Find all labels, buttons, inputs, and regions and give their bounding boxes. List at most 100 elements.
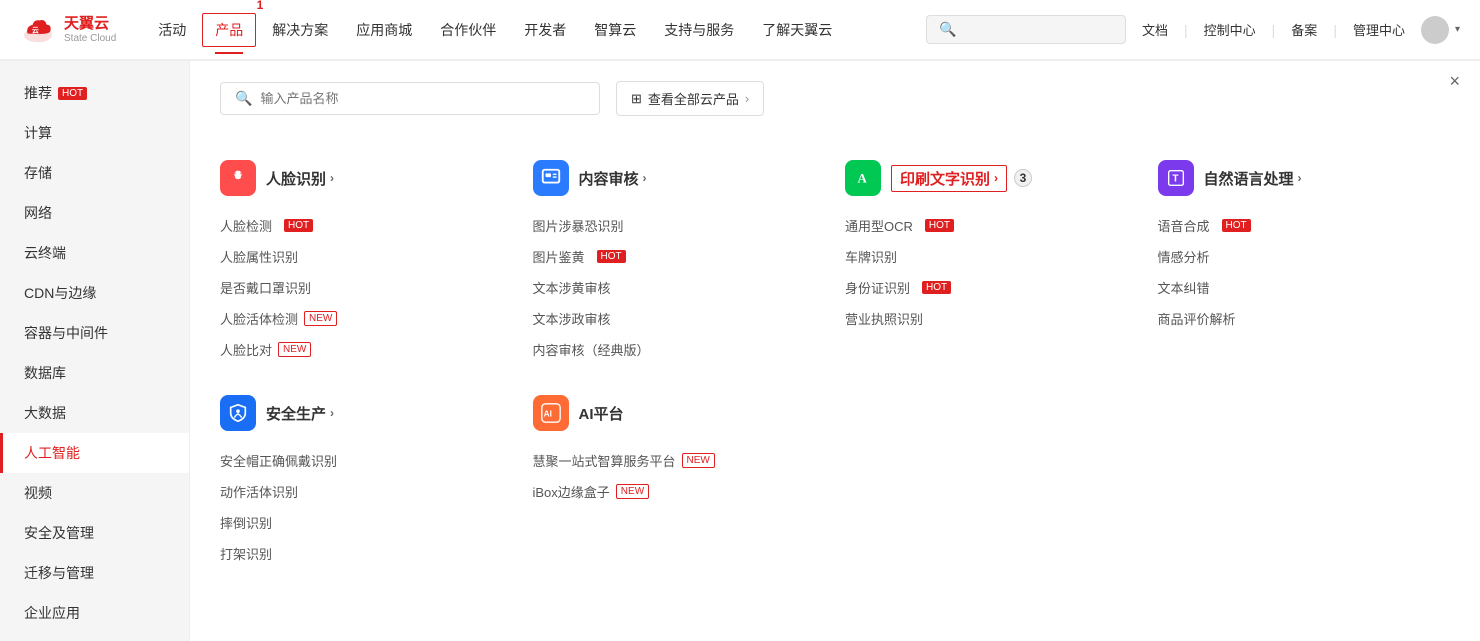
sidebar-item-storage[interactable]: 存储 xyxy=(0,153,189,193)
list-item[interactable]: 图片涉暴恐识别 xyxy=(533,210,826,241)
section-nlp-title[interactable]: 自然语言处理 › xyxy=(1204,168,1302,189)
product-search-icon: 🔍 xyxy=(235,90,252,107)
product-search-input[interactable] xyxy=(260,91,585,106)
product-search[interactable]: 🔍 xyxy=(220,82,600,115)
sidebar-item-ai[interactable]: 人工智能 2 xyxy=(0,433,189,473)
user-arrow-icon: ▾ xyxy=(1455,24,1460,35)
section-content-items: 图片涉暴恐识别 图片鉴黄HOT 文本涉黄审核 文本涉政审核 内容审核（经典版） xyxy=(533,210,826,365)
sidebar-item-recommend[interactable]: 推荐 HOT xyxy=(0,73,189,113)
list-item[interactable]: 动作活体识别 xyxy=(220,476,513,507)
list-item[interactable]: 语音合成HOT xyxy=(1158,210,1451,241)
list-item[interactable]: 是否戴口罩识别 xyxy=(220,272,513,303)
sidebar-item-compute[interactable]: 计算 xyxy=(0,113,189,153)
sections-grid: 人脸识别 › 人脸检测HOT 人脸属性识别 是否戴口罩识别 人脸活体检测NEW … xyxy=(220,160,1450,569)
sidebar-item-database[interactable]: 数据库 xyxy=(0,353,189,393)
list-item[interactable]: 商品评价解析 xyxy=(1158,303,1451,334)
view-all-button[interactable]: ⊞ 查看全部云产品 › xyxy=(616,81,764,116)
content-icon xyxy=(533,160,569,196)
section-nlp: T 自然语言处理 › 语音合成HOT 情感分析 文本纠错 商品评价解析 xyxy=(1158,160,1451,365)
nav-item-zhisuan[interactable]: 智算云 xyxy=(582,14,648,46)
nav-item-developer[interactable]: 开发者 xyxy=(512,14,578,46)
list-item[interactable]: 摔倒识别 xyxy=(220,507,513,538)
sidebar-item-security[interactable]: 安全及管理 xyxy=(0,513,189,553)
section-nlp-header: T 自然语言处理 › xyxy=(1158,160,1451,196)
list-item[interactable]: 文本涉黄审核 xyxy=(533,272,826,303)
section-face-header: 人脸识别 › xyxy=(220,160,513,196)
svg-text:A: A xyxy=(858,172,868,186)
svg-text:云: 云 xyxy=(32,26,39,34)
print-icon: A xyxy=(845,160,881,196)
list-item[interactable]: 身份证识别HOT xyxy=(845,272,1138,303)
nav-item-activity[interactable]: 活动 xyxy=(146,14,198,46)
sidebar-item-dedicated[interactable]: 专属云与混合云 xyxy=(0,633,189,641)
sidebar-item-network[interactable]: 网络 xyxy=(0,193,189,233)
nav-link-manage[interactable]: 管理中心 xyxy=(1353,20,1405,39)
brand-name: 天翼云 xyxy=(64,15,116,33)
sidebar-item-cdn[interactable]: CDN与边缘 xyxy=(0,273,189,313)
nav-item-support[interactable]: 支持与服务 xyxy=(652,14,746,46)
list-item[interactable]: iBox边缘盒子NEW xyxy=(533,476,826,507)
annotation-3: 3 xyxy=(1014,169,1032,187)
list-item[interactable]: 人脸比对NEW xyxy=(220,334,513,365)
section-print-title[interactable]: 印刷文字识别 › 3 xyxy=(891,165,1007,192)
section-content-header: 内容审核 › xyxy=(533,160,826,196)
sidebar: 推荐 HOT 计算 存储 网络 云终端 CDN与边缘 容器与中间件 数据库 大数… xyxy=(0,61,190,641)
list-item[interactable]: 文本纠错 xyxy=(1158,272,1451,303)
list-item[interactable]: 人脸属性识别 xyxy=(220,241,513,272)
list-item[interactable]: 人脸检测HOT xyxy=(220,210,513,241)
annotation-1: 1 xyxy=(257,0,264,12)
svg-text:AI: AI xyxy=(543,410,551,419)
nav-right: 🔍 文档 | 控制中心 | 备案 | 管理中心 ▾ xyxy=(926,15,1460,44)
section-safety: 安全生产 › 安全帽正确佩戴识别 动作活体识别 摔倒识别 打架识别 xyxy=(220,395,513,569)
section-ai-title[interactable]: AI平台 xyxy=(579,403,624,424)
nav-item-appstore[interactable]: 应用商城 xyxy=(344,14,424,46)
list-item[interactable]: 文本涉政审核 xyxy=(533,303,826,334)
list-item[interactable]: 图片鉴黄HOT xyxy=(533,241,826,272)
section-face: 人脸识别 › 人脸检测HOT 人脸属性识别 是否戴口罩识别 人脸活体检测NEW … xyxy=(220,160,513,365)
sidebar-item-video[interactable]: 视频 xyxy=(0,473,189,513)
nav-item-about[interactable]: 了解天翼云 xyxy=(750,14,844,46)
nav-link-beian[interactable]: 备案 xyxy=(1291,20,1317,39)
close-button[interactable]: × xyxy=(1449,71,1460,92)
sidebar-item-migration[interactable]: 迁移与管理 xyxy=(0,553,189,593)
nav-item-partners[interactable]: 合作伙伴 xyxy=(428,14,508,46)
view-all-label: 查看全部云产品 xyxy=(648,89,739,108)
sidebar-item-container[interactable]: 容器与中间件 xyxy=(0,313,189,353)
section-face-items: 人脸检测HOT 人脸属性识别 是否戴口罩识别 人脸活体检测NEW 人脸比对NEW xyxy=(220,210,513,365)
section-face-title[interactable]: 人脸识别 › xyxy=(266,168,334,189)
section-content: 内容审核 › 图片涉暴恐识别 图片鉴黄HOT 文本涉黄审核 文本涉政审核 内容审… xyxy=(533,160,826,365)
list-item[interactable]: 安全帽正确佩戴识别 xyxy=(220,445,513,476)
sidebar-item-cloudterm[interactable]: 云终端 xyxy=(0,233,189,273)
sidebar-item-enterprise[interactable]: 企业应用 xyxy=(0,593,189,633)
brand-subname: State Cloud xyxy=(64,33,116,45)
user-area[interactable]: ▾ xyxy=(1421,16,1460,44)
section-safety-items: 安全帽正确佩戴识别 动作活体识别 摔倒识别 打架识别 xyxy=(220,445,513,569)
list-item[interactable]: 慧聚一站式智算服务平台NEW xyxy=(533,445,826,476)
nav-item-products[interactable]: 产品 1 xyxy=(202,13,256,47)
logo[interactable]: 云 天翼云 State Cloud xyxy=(20,15,116,45)
list-item[interactable]: 通用型OCRHOT xyxy=(845,210,1138,241)
user-avatar xyxy=(1421,16,1449,44)
list-item[interactable]: 内容审核（经典版） xyxy=(533,334,826,365)
nav-link-docs[interactable]: 文档 xyxy=(1142,20,1168,39)
sidebar-item-bigdata[interactable]: 大数据 xyxy=(0,393,189,433)
nav-item-solutions[interactable]: 解决方案 xyxy=(260,14,340,46)
list-item[interactable]: 人脸活体检测NEW xyxy=(220,303,513,334)
section-ai-header: AI AI平台 xyxy=(533,395,826,431)
nav-search-box[interactable]: 🔍 xyxy=(926,15,1126,44)
section-print: A 印刷文字识别 › 3 通用型OCRHOT 车牌识别 身份证识别HOT 营业执… xyxy=(845,160,1138,365)
ai-icon: AI xyxy=(533,395,569,431)
section-ai: AI AI平台 慧聚一站式智算服务平台NEW iBox边缘盒子NEW xyxy=(533,395,826,569)
nav-search-input[interactable] xyxy=(962,22,1113,37)
section-content-title[interactable]: 内容审核 › xyxy=(579,168,647,189)
right-content: × 🔍 ⊞ 查看全部云产品 › 人脸识别 xyxy=(190,61,1480,641)
section-nlp-items: 语音合成HOT 情感分析 文本纠错 商品评价解析 xyxy=(1158,210,1451,334)
section-safety-title[interactable]: 安全生产 › xyxy=(266,403,334,424)
nav-link-control[interactable]: 控制中心 xyxy=(1204,20,1256,39)
svg-text:T: T xyxy=(1172,174,1179,185)
face-icon xyxy=(220,160,256,196)
list-item[interactable]: 打架识别 xyxy=(220,538,513,569)
list-item[interactable]: 车牌识别 xyxy=(845,241,1138,272)
list-item[interactable]: 情感分析 xyxy=(1158,241,1451,272)
list-item[interactable]: 营业执照识别 xyxy=(845,303,1138,334)
